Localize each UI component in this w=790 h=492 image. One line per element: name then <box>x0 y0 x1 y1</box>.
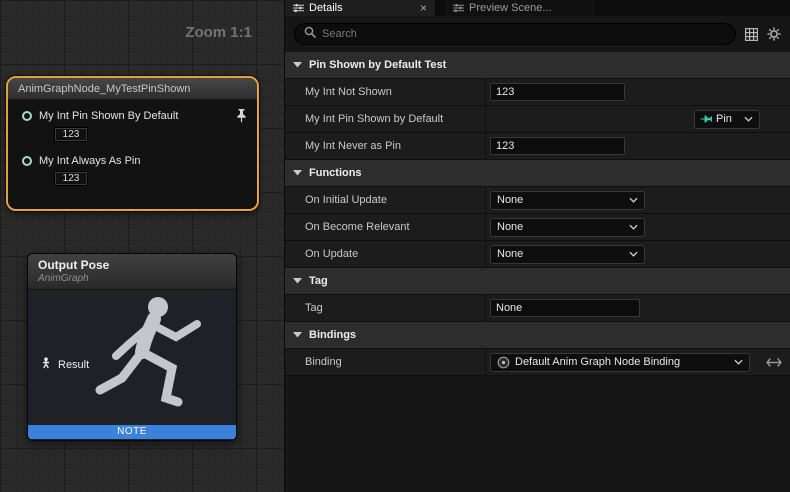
chevron-down-icon <box>293 62 302 68</box>
dropdown-value: None <box>497 194 624 206</box>
node-body: My Int Pin Shown By Default My Int Alway… <box>8 100 257 186</box>
category-tag[interactable]: Tag <box>285 268 790 295</box>
property-label: My Int Pin Shown by Default <box>285 113 485 125</box>
tab-label: Details <box>309 2 343 14</box>
property-label: On Update <box>285 248 485 260</box>
result-pin[interactable]: Result <box>40 356 89 374</box>
zoom-indicator: Zoom 1:1 <box>185 24 252 41</box>
property-row: My Int Pin Shown by Default Pin <box>285 106 790 133</box>
category-title: Bindings <box>309 329 356 341</box>
note-bar[interactable]: NOTE <box>28 425 236 439</box>
property-label: On Initial Update <box>285 194 485 206</box>
property-row: My Int Never as Pin <box>285 133 790 160</box>
my-int-not-shown-input[interactable] <box>490 83 625 101</box>
property-label: Binding <box>285 356 485 368</box>
chevron-down-icon <box>744 116 753 122</box>
category-bindings[interactable]: Bindings <box>285 322 790 349</box>
int-pin-icon[interactable] <box>22 111 32 121</box>
dropdown-value: None <box>497 221 624 233</box>
node-title-bar[interactable]: AnimGraphNode_MyTestPinShown <box>8 78 257 100</box>
category-functions[interactable]: Functions <box>285 160 790 187</box>
category-title: Functions <box>309 167 362 179</box>
bind-arrows-icon[interactable] <box>766 357 782 368</box>
pin-visibility-dropdown[interactable]: Pin <box>694 110 760 129</box>
category-title: Pin Shown by Default Test <box>309 59 446 71</box>
tab-details[interactable]: Details × <box>285 0 435 16</box>
chevron-down-icon <box>293 332 302 338</box>
binding-icon <box>497 356 510 369</box>
category-pin-shown-by-default-test[interactable]: Pin Shown by Default Test <box>285 52 790 79</box>
node-title: Output Pose <box>38 258 226 272</box>
property-row: Binding Default Anim Graph Node Binding <box>285 349 790 376</box>
my-int-never-as-pin-input[interactable] <box>490 137 625 155</box>
pin-value-input[interactable] <box>54 171 88 186</box>
tab-label: Preview Scene... <box>469 2 552 14</box>
node-title: AnimGraphNode_MyTestPinShown <box>18 83 190 95</box>
dropdown-value: Pin <box>716 113 739 125</box>
search-input[interactable] <box>322 28 726 40</box>
property-row: On Become Relevant None <box>285 214 790 241</box>
pin-value-input[interactable] <box>54 127 88 142</box>
on-become-relevant-dropdown[interactable]: None <box>490 218 645 237</box>
chevron-down-icon <box>629 224 638 230</box>
details-tab-icon <box>293 3 304 13</box>
output-pose-node[interactable]: Output Pose AnimGraph <box>27 253 237 441</box>
property-label: On Become Relevant <box>285 221 485 233</box>
chevron-down-icon <box>293 170 302 176</box>
node-body: Result NOTE <box>28 290 236 439</box>
display-filter-icon[interactable] <box>745 28 758 41</box>
property-row: Tag <box>285 295 790 322</box>
node-title-bar[interactable]: Output Pose AnimGraph <box>28 254 236 290</box>
animgraph-canvas[interactable]: Zoom 1:1 AnimGraphNode_MyTestPinShown My… <box>0 0 285 492</box>
on-update-dropdown[interactable]: None <box>490 245 645 264</box>
details-panel: Details × Preview Scene... <box>285 0 790 492</box>
chevron-down-icon <box>629 251 638 257</box>
pin-icon <box>700 114 712 124</box>
search-row <box>285 16 790 52</box>
gear-icon[interactable] <box>767 27 781 41</box>
pin-row: My Int Pin Shown By Default <box>8 109 257 123</box>
property-row: On Update None <box>285 241 790 268</box>
result-pin-label: Result <box>58 359 89 371</box>
property-label: My Int Never as Pin <box>285 140 485 152</box>
category-title: Tag <box>309 275 328 287</box>
mannequin-thumbnail <box>80 292 230 427</box>
property-row: My Int Not Shown <box>285 79 790 106</box>
pin-row: My Int Always As Pin <box>8 155 257 167</box>
node-subtitle: AnimGraph <box>38 273 226 284</box>
property-label: Tag <box>285 302 485 314</box>
pin-label: My Int Pin Shown By Default <box>39 110 178 122</box>
dropdown-value: None <box>497 248 624 260</box>
property-row: On Initial Update None <box>285 187 790 214</box>
property-label: My Int Not Shown <box>285 86 485 98</box>
pushpin-icon[interactable] <box>236 109 247 123</box>
tab-preview-scene[interactable]: Preview Scene... <box>445 0 595 16</box>
binding-dropdown[interactable]: Default Anim Graph Node Binding <box>490 353 750 372</box>
anim-graph-node-selected[interactable]: AnimGraphNode_MyTestPinShown My Int Pin … <box>6 76 259 211</box>
int-pin-icon[interactable] <box>22 156 32 166</box>
on-initial-update-dropdown[interactable]: None <box>490 191 645 210</box>
dropdown-value: Default Anim Graph Node Binding <box>515 356 729 368</box>
tag-input[interactable] <box>490 299 640 317</box>
preview-scene-tab-icon <box>453 3 464 13</box>
search-icon <box>304 25 316 43</box>
pose-pin-icon <box>40 356 52 374</box>
pin-label: My Int Always As Pin <box>39 155 140 167</box>
chevron-down-icon <box>734 359 743 365</box>
tab-bar: Details × Preview Scene... <box>285 0 790 16</box>
search-box[interactable] <box>294 23 736 45</box>
chevron-down-icon <box>293 278 302 284</box>
unreal-editor-window: Zoom 1:1 AnimGraphNode_MyTestPinShown My… <box>0 0 790 492</box>
chevron-down-icon <box>629 197 638 203</box>
close-icon[interactable]: × <box>420 2 427 14</box>
